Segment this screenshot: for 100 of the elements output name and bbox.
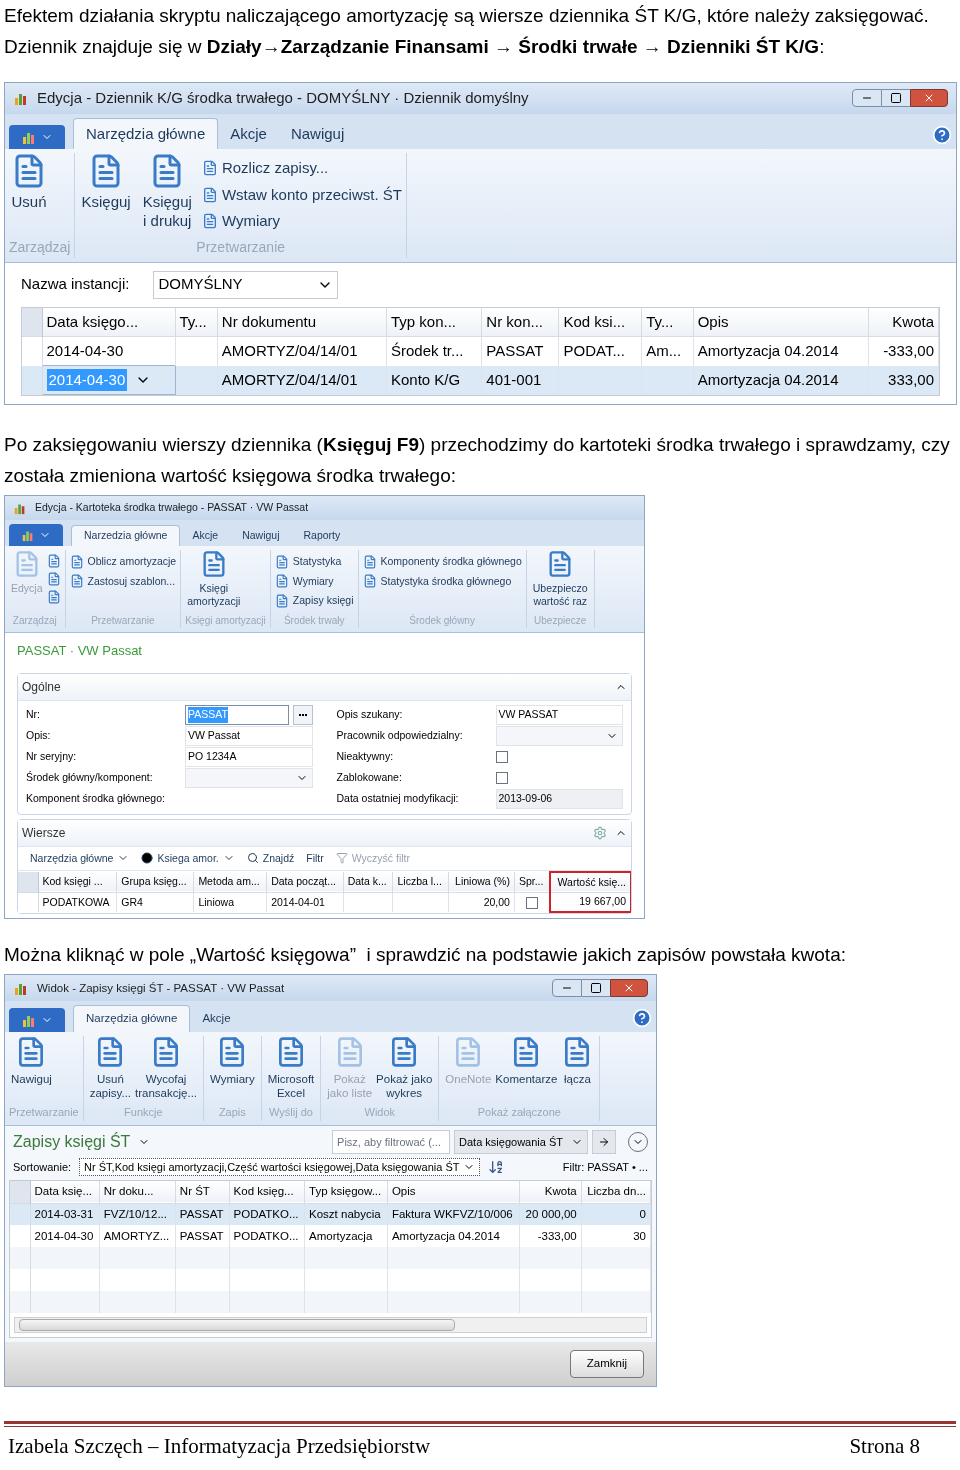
column-header[interactable]: Kod księg...	[233, 1185, 294, 1198]
column-header[interactable]: Liczba l...	[397, 875, 442, 888]
input-field[interactable]: VW PASSAT	[495, 705, 623, 725]
toolbar-button[interactable]: Znajdź	[246, 850, 295, 867]
settings-icon[interactable]	[593, 825, 607, 840]
ribbon-button[interactable]: Komponenty środka głównego	[362, 553, 522, 570]
maximize-button[interactable]	[582, 979, 610, 998]
ribbon-button[interactable]: Microsoft Excel	[265, 1035, 317, 1101]
dropdown-field[interactable]: Data księgowania ŚT	[454, 1129, 588, 1154]
ribbon-tab[interactable]: Nawiguj	[230, 526, 292, 546]
ribbon-button[interactable]: Oblicz amortyzacje	[69, 553, 177, 570]
filter-field[interactable]: Pisz, aby filtrować (...	[332, 1129, 451, 1154]
column-header[interactable]: Opis	[391, 1185, 416, 1198]
ribbon-tab[interactable]: Raporty	[291, 526, 353, 546]
table-row[interactable]: PODATKOWA GR4 Liniowa 2014-04-01 20,00 19 667,00	[18, 892, 631, 913]
column-header[interactable]: Spr...	[518, 875, 544, 888]
ribbon-tab[interactable]: Akcje	[218, 118, 279, 149]
ribbon-button[interactable]: Wycofaj transakcję...	[133, 1035, 200, 1101]
column-header[interactable]: Nr ŚT	[179, 1185, 210, 1198]
icon-button[interactable]	[46, 553, 61, 568]
icon-button[interactable]	[46, 571, 61, 586]
scrollbar[interactable]	[14, 1317, 647, 1334]
apply-filter-button[interactable]	[592, 1129, 616, 1154]
toolbar-button[interactable]: Ksiega amor.	[141, 850, 235, 867]
column-header[interactable]: Typ kon...	[391, 312, 457, 330]
column-header[interactable]: Ty...	[179, 312, 207, 330]
column-header[interactable]: Data począt...	[271, 875, 336, 888]
ribbon-button[interactable]: Pokaż jako wykres	[374, 1035, 435, 1101]
minimize-button[interactable]	[552, 979, 582, 998]
toolbar-button[interactable]: Narzędzia główne	[30, 850, 130, 867]
dropdown-field[interactable]: Nr ŚT,Kod księgi amortyzacji,Część wartości księgowej,Data księgowania ŚT	[79, 1157, 481, 1177]
column-header[interactable]: Data księgo...	[46, 312, 139, 330]
ribbon-tab[interactable]: Akcje	[180, 526, 231, 546]
dropdown-field[interactable]: DOMYŚLNY	[153, 270, 339, 299]
ribbon-button[interactable]: Ubezpieczo wartość raz	[530, 549, 590, 608]
column-header[interactable]: Liczba dn...	[587, 1185, 646, 1198]
table-row[interactable]: 2014-04-30 AMORTYZ/04/14/01 Konto K/G 401-001 Amortyzacja 04.2014 333,00	[22, 365, 939, 395]
ribbon-button[interactable]: Nawiguj	[9, 1035, 54, 1086]
ribbon-tab[interactable]: Narzędzia główne	[73, 1005, 191, 1032]
ribbon-button[interactable]: Usuń zapisy...	[87, 1035, 134, 1101]
ribbon-button[interactable]: Statystyka	[274, 553, 354, 570]
column-header[interactable]: Data k...	[347, 875, 387, 888]
checkbox[interactable]	[525, 896, 538, 909]
minimize-button[interactable]	[852, 89, 882, 108]
app-menu-button[interactable]	[9, 523, 63, 546]
app-menu-button[interactable]	[9, 125, 65, 149]
ribbon-button[interactable]: Księguj i drukuj	[140, 153, 194, 231]
column-header[interactable]: Opis	[697, 312, 729, 330]
table-row[interactable]: 2014-04-30 AMORTYZ/04/14/01 Środek tr... PASSAT PODAT... Am... Amortyzacja 04.2014 -333,00	[22, 336, 939, 366]
ribbon-button[interactable]: Wymiary	[208, 1035, 257, 1086]
help-icon[interactable]	[632, 1007, 652, 1028]
maximize-button[interactable]	[882, 89, 910, 108]
checkbox[interactable]	[495, 772, 508, 784]
column-header[interactable]: Kwota	[892, 312, 934, 330]
ribbon-button[interactable]: Usuń	[9, 153, 49, 212]
column-header[interactable]: Metoda am...	[198, 875, 260, 888]
close-button[interactable]: Zamknij	[569, 1350, 644, 1378]
ribbon-button[interactable]: Księgi amortyzacji	[185, 549, 243, 608]
column-header[interactable]: Kod księgi ...	[42, 875, 103, 888]
ribbon-button[interactable]: Wymiary	[201, 210, 402, 233]
ribbon-button[interactable]: Wstaw konto przeciwst. ŚT	[201, 183, 402, 206]
column-header[interactable]: Nr dokumentu	[221, 312, 317, 330]
column-header[interactable]: Nr doku...	[103, 1185, 154, 1198]
close-button[interactable]	[910, 89, 948, 108]
ribbon-tab[interactable]: Narzędzia główne	[73, 117, 219, 149]
ribbon-tab[interactable]: Nawiguj	[278, 118, 357, 149]
dropdown-field[interactable]	[185, 768, 313, 788]
ribbon-button[interactable]: Wymiary	[274, 573, 354, 590]
toolbar-button[interactable]: Filtr	[306, 850, 324, 867]
input-field[interactable]: PO 1234A	[185, 747, 313, 767]
column-header[interactable]: Grupa księg...	[121, 875, 187, 888]
help-icon[interactable]	[932, 125, 952, 145]
table-row[interactable]: 2014-04-30 AMORTYZ... PASSAT PODATKO... Amortyzacja Amortyzacja 04.2014 -333,00 30	[10, 1225, 651, 1248]
lookup-button[interactable]	[292, 705, 313, 725]
ribbon-tab[interactable]: Narzedzia główne	[71, 525, 181, 546]
ribbon-button[interactable]: Rozlicz zapisy...	[201, 157, 402, 180]
table-row[interactable]: 2014-03-31 FVZ/10/12... PASSAT PODATKO... Koszt nabycia Faktura WKFVZ/10/006 20 000,00 0	[10, 1203, 651, 1226]
ribbon-button[interactable]: Statystyka środka głównego	[362, 573, 522, 590]
column-header[interactable]: Ty...	[646, 312, 674, 330]
column-header[interactable]: Typ księgow...	[309, 1185, 382, 1198]
column-header[interactable]: Liniowa (%)	[455, 875, 510, 888]
close-button[interactable]	[610, 979, 648, 998]
column-header[interactable]: Kod ksi...	[563, 312, 626, 330]
column-header[interactable]: Data księ...	[34, 1185, 93, 1198]
icon-button[interactable]	[46, 589, 61, 604]
ribbon-button[interactable]: Księguj	[79, 153, 133, 212]
table-cell: 20 000,00	[525, 1207, 577, 1220]
app-menu-button[interactable]	[9, 1007, 65, 1032]
sort-icon[interactable]	[488, 1159, 505, 1175]
dropdown-field[interactable]	[495, 726, 623, 746]
ribbon-button[interactable]: Komentarze	[493, 1035, 560, 1086]
checkbox[interactable]	[495, 751, 508, 763]
column-header[interactable]: Nr kon...	[486, 312, 544, 330]
ribbon-button[interactable]: łącza	[559, 1035, 596, 1086]
ribbon-button[interactable]: Zapisy księgi	[274, 593, 354, 609]
ribbon-tab[interactable]: Akcje	[190, 1006, 243, 1032]
column-header[interactable]: Kwota	[544, 1185, 577, 1198]
input-field[interactable]: VW Passat	[185, 726, 313, 746]
table-cell: PASSAT	[179, 1207, 224, 1220]
ribbon-button[interactable]: Zastosuj szablon...	[69, 573, 177, 590]
